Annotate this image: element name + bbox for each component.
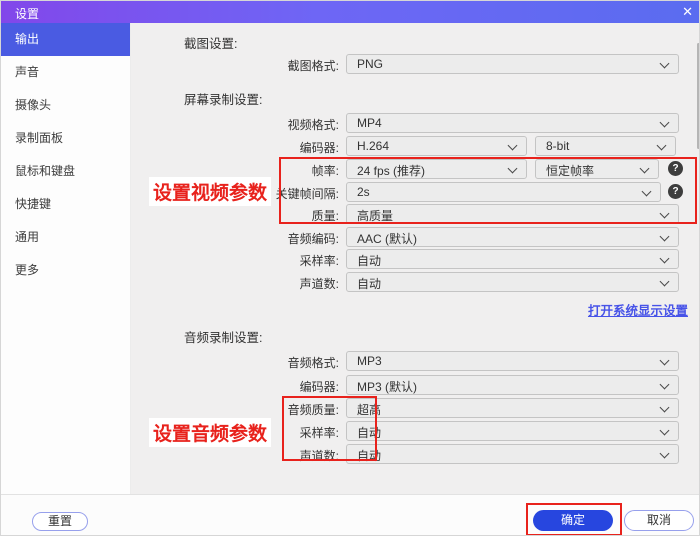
channels-row: 声道数: 自动 [131, 272, 699, 292]
audio-encoder-dropdown[interactable]: MP3 (默认) [346, 375, 679, 395]
cancel-button[interactable]: 取消 [624, 510, 694, 531]
screenshot-section-header: 截图设置: [184, 37, 238, 51]
encoder-dropdown[interactable]: H.264 [346, 136, 527, 156]
audio-channels-dropdown[interactable]: 自动 [346, 444, 679, 464]
encoder-label: 编码器: [299, 141, 339, 155]
chevron-down-icon [659, 231, 670, 242]
quality-dropdown[interactable]: 高质量 [346, 204, 679, 224]
chevron-down-icon [659, 253, 670, 264]
sample-rate-row: 采样率: 自动 [131, 249, 699, 269]
audio-quality-row: 音频质量: 超高 [131, 398, 699, 418]
keyframe-interval-help-icon[interactable]: ? [668, 184, 683, 199]
framerate-help-icon[interactable]: ? [668, 161, 683, 176]
audio-recording-section-header: 音频录制设置: [184, 331, 263, 345]
framerate-mode-dropdown[interactable]: 恒定帧率 [535, 159, 659, 179]
audio-quality-dropdown[interactable]: 超高 [346, 398, 679, 418]
chevron-down-icon [659, 379, 670, 390]
settings-content: 截图设置: 截图格式: PNG 屏幕录制设置: 视频格式: MP4 编码器: H… [131, 23, 699, 494]
chevron-down-icon [659, 355, 670, 366]
reset-button[interactable]: 重置 [32, 512, 88, 531]
sidebar: 输出 声音 摄像头 录制面板 鼠标和键盘 快捷键 通用 更多 [1, 23, 131, 494]
chevron-down-icon [659, 117, 670, 128]
chevron-down-icon [659, 208, 670, 219]
chevron-down-icon [656, 140, 667, 151]
audio-sample-rate-row: 采样率: 自动 [131, 421, 699, 441]
audio-format-dropdown[interactable]: MP3 [346, 351, 679, 371]
keyframe-interval-label: 关键帧间隔: [275, 187, 339, 201]
dialog-title: 设置 [15, 7, 40, 21]
audio-codec-row: 音频编码: AAC (默认) [131, 227, 699, 247]
screenshot-format-dropdown[interactable]: PNG [346, 54, 679, 74]
chevron-down-icon [639, 163, 650, 174]
encoder-row: 编码器: H.264 8-bit [131, 136, 699, 156]
keyframe-interval-dropdown[interactable]: 2s [346, 182, 661, 202]
sidebar-item-mouse-keyboard[interactable]: 鼠标和键盘 [1, 155, 130, 188]
chevron-down-icon [659, 425, 670, 436]
quality-label: 质量: [311, 209, 339, 223]
audio-codec-label: 音频编码: [287, 232, 339, 246]
sidebar-item-output[interactable]: 输出 [1, 23, 130, 56]
open-system-display-settings-link[interactable]: 打开系统显示设置 [588, 300, 688, 319]
chevron-down-icon [641, 186, 652, 197]
audio-format-label: 音频格式: [287, 356, 339, 370]
quality-row: 质量: 高质量 [131, 204, 699, 224]
chevron-down-icon [659, 448, 670, 459]
audio-codec-dropdown[interactable]: AAC (默认) [346, 227, 679, 247]
keyframe-interval-row: 关键帧间隔: 2s ? [131, 182, 699, 202]
framerate-dropdown[interactable]: 24 fps (推荐) [346, 159, 527, 179]
sidebar-item-recording-panel[interactable]: 录制面板 [1, 122, 130, 155]
audio-sample-rate-dropdown[interactable]: 自动 [346, 421, 679, 441]
settings-dialog: 设置 ✕ 输出 声音 摄像头 录制面板 鼠标和键盘 快捷键 通用 更多 截图设置… [0, 0, 700, 536]
ok-button[interactable]: 确定 [533, 510, 613, 531]
audio-encoder-label: 编码器: [299, 380, 339, 394]
chevron-down-icon [507, 140, 518, 151]
footer: 重置 确定 取消 [1, 494, 699, 535]
sidebar-item-more[interactable]: 更多 [1, 254, 130, 287]
chevron-down-icon [659, 402, 670, 413]
sidebar-item-hotkeys[interactable]: 快捷键 [1, 188, 130, 221]
sidebar-item-sound[interactable]: 声音 [1, 56, 130, 89]
audio-channels-row: 声道数: 自动 [131, 444, 699, 464]
sample-rate-dropdown[interactable]: 自动 [346, 249, 679, 269]
screen-recording-section-header: 屏幕录制设置: [184, 93, 263, 107]
chevron-down-icon [507, 163, 518, 174]
sidebar-item-camera[interactable]: 摄像头 [1, 89, 130, 122]
bit-depth-dropdown[interactable]: 8-bit [535, 136, 676, 156]
video-format-row: 视频格式: MP4 [131, 113, 699, 133]
channels-dropdown[interactable]: 自动 [346, 272, 679, 292]
sidebar-item-general[interactable]: 通用 [1, 221, 130, 254]
audio-channels-label: 声道数: [299, 449, 339, 463]
screenshot-format-label: 截图格式: [287, 59, 339, 73]
audio-sample-rate-label: 采样率: [299, 426, 339, 440]
channels-label: 声道数: [299, 277, 339, 291]
framerate-label: 帧率: [311, 164, 339, 178]
chevron-down-icon [659, 276, 670, 287]
close-icon[interactable]: ✕ [682, 4, 693, 20]
audio-encoder-row: 编码器: MP3 (默认) [131, 375, 699, 395]
audio-format-row: 音频格式: MP3 [131, 351, 699, 371]
video-format-label: 视频格式: [287, 118, 339, 132]
titlebar: 设置 ✕ [1, 1, 699, 23]
framerate-row: 帧率: 24 fps (推荐) 恒定帧率 ? [131, 159, 699, 179]
video-format-dropdown[interactable]: MP4 [346, 113, 679, 133]
chevron-down-icon [659, 58, 670, 69]
sample-rate-label: 采样率: [299, 254, 339, 268]
screenshot-format-row: 截图格式: PNG [131, 54, 699, 74]
audio-quality-label: 音频质量: [287, 403, 339, 417]
